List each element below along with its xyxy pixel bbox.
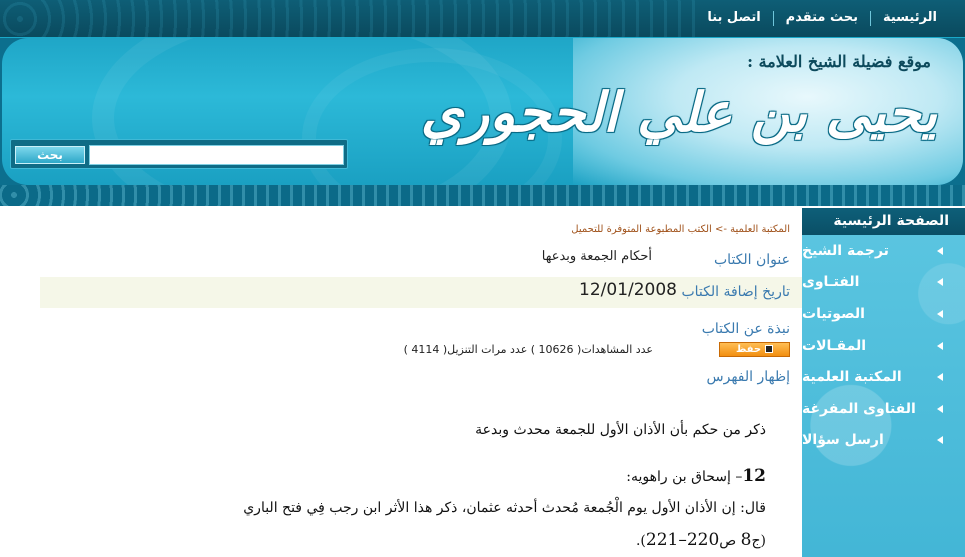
- site-title-logo: يحيى بن علي الحجوري: [420, 80, 938, 144]
- article-item-line: 12– إسحاق بن راهويه:: [626, 466, 766, 487]
- article-ref-open: (ج: [751, 533, 767, 549]
- sidebar-menu: ترجمة الشيخ الفتـاوى الصوتيات المقـالات …: [802, 235, 965, 456]
- sidebar-item-library[interactable]: المكتبة العلمية: [802, 361, 965, 393]
- arrow-left-icon: [937, 309, 943, 318]
- arrow-left-icon: [937, 436, 943, 445]
- sidebar: الصفحة الرئيسية ترجمة الشيخ الفتـاوى الص…: [802, 208, 965, 557]
- banner-bottom-strip: [0, 185, 965, 206]
- sidebar-item-label: ترجمة الشيخ: [802, 242, 889, 259]
- top-nav: الرئيسية بحث متقدم اتصل بنا: [695, 8, 949, 28]
- sidebar-item-transcribed-fatawa[interactable]: الفتاوى المفرغة: [802, 393, 965, 425]
- header-banner: موقع فضيلة الشيخ العلامة : يحيى بن علي ا…: [0, 38, 965, 206]
- arrow-left-icon: [937, 246, 943, 255]
- sidebar-item-articles[interactable]: المقـالات: [802, 330, 965, 362]
- sidebar-item-fatawa[interactable]: الفتـاوى: [802, 267, 965, 299]
- book-stats-row: حفظ عدد المشاهدات( 10626 ) عدد مرات التن…: [370, 342, 790, 358]
- show-index-row: إظهار الفهرس: [707, 366, 790, 385]
- nav-pattern: [0, 0, 700, 38]
- article-ref-pages: 220–221: [645, 530, 720, 550]
- top-nav-bar: الرئيسية بحث متقدم اتصل بنا: [0, 0, 965, 38]
- search-input[interactable]: [89, 145, 344, 165]
- arrow-left-icon: [937, 341, 943, 350]
- sidebar-item-send-question[interactable]: ارسل سؤالا: [802, 425, 965, 457]
- book-date-label: تاريخ إضافة الكتاب: [681, 284, 790, 300]
- article-text-line: قال: إن الأذان الأول يوم الْجُمعة مُحدث …: [243, 500, 766, 516]
- nav-home-link[interactable]: الرئيسية: [871, 9, 949, 27]
- arrow-left-icon: [937, 373, 943, 382]
- banner-panel: موقع فضيلة الشيخ العلامة : يحيى بن علي ا…: [2, 38, 963, 185]
- sidebar-item-label: الفتاوى المفرغة: [802, 400, 916, 417]
- breadcrumb[interactable]: المكتبة العلمية -> الكتب المطبوعة المتوف…: [571, 224, 790, 235]
- sidebar-item-label: المقـالات: [802, 337, 867, 354]
- sidebar-item-audio[interactable]: الصوتيات: [802, 298, 965, 330]
- nav-contact-link[interactable]: اتصل بنا: [695, 9, 772, 27]
- sidebar-item-label: الفتـاوى: [802, 274, 860, 291]
- article-reference-line: (ج8 ص220–221).: [636, 530, 766, 551]
- sidebar-item-label: ارسل سؤالا: [802, 432, 884, 449]
- sidebar-item-biography[interactable]: ترجمة الشيخ: [802, 235, 965, 267]
- search-button[interactable]: بحث: [15, 146, 85, 164]
- book-title-row: عنوان الكتاب أحكام الجمعة وبدعها: [542, 249, 790, 268]
- main-content: المكتبة العلمية -> الكتب المطبوعة المتوف…: [0, 208, 802, 557]
- book-title-label: عنوان الكتاب: [714, 252, 790, 268]
- sidebar-header-home[interactable]: الصفحة الرئيسية: [802, 208, 965, 235]
- book-title-value: أحكام الجمعة وبدعها: [541, 249, 652, 264]
- article-heading: ذكر من حكم بأن الأذان الأول للجمعة محدث …: [475, 422, 766, 438]
- arrow-left-icon: [937, 278, 943, 287]
- article-item-number: 12: [742, 466, 766, 486]
- article-item-author: – إسحاق بن راهويه:: [626, 469, 743, 485]
- save-button-label: حفظ: [735, 344, 762, 355]
- book-date-value: 12/01/2008: [579, 280, 677, 300]
- site-subtitle: موقع فضيلة الشيخ العلامة :: [747, 52, 931, 71]
- book-about-link[interactable]: نبذة عن الكتاب: [702, 321, 790, 337]
- show-index-link[interactable]: إظهار الفهرس: [707, 369, 790, 385]
- search-box: بحث: [10, 139, 348, 169]
- book-date-row: تاريخ إضافة الكتاب 12/01/2008: [40, 277, 802, 308]
- book-stats: عدد المشاهدات( 10626 ) عدد مرات التنزيل(…: [403, 343, 653, 356]
- article-ref-volume: 8: [740, 530, 752, 550]
- article-ref-close: ).: [635, 533, 646, 549]
- save-button[interactable]: حفظ: [719, 342, 790, 357]
- sidebar-item-label: المكتبة العلمية: [802, 369, 902, 386]
- article-ref-page-label: ص: [719, 533, 741, 549]
- floppy-disk-icon: [765, 345, 774, 353]
- nav-advanced-search-link[interactable]: بحث متقدم: [774, 9, 870, 27]
- book-about-row: نبذة عن الكتاب: [702, 318, 790, 337]
- arrow-left-icon: [937, 404, 943, 413]
- sidebar-item-label: الصوتيات: [802, 305, 865, 322]
